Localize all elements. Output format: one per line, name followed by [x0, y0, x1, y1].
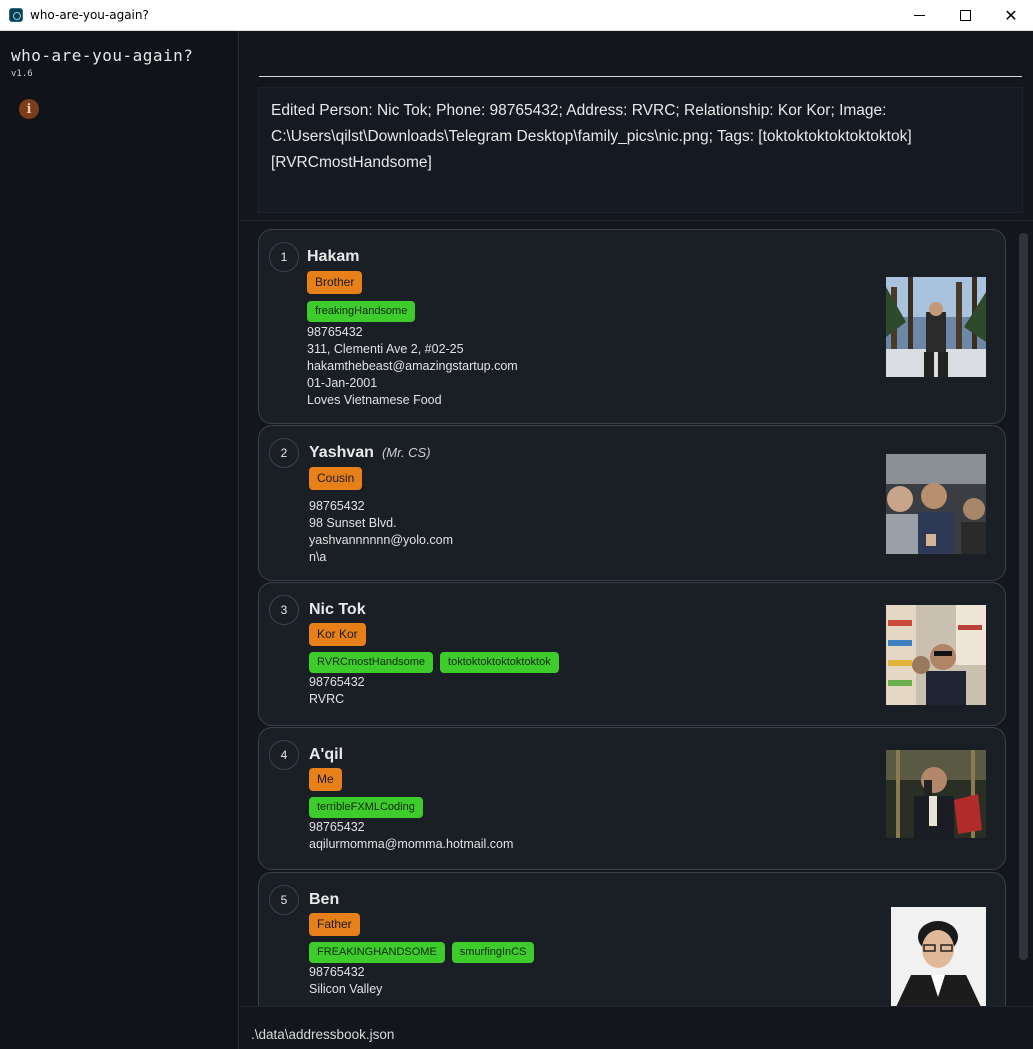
- command-input[interactable]: [259, 31, 1022, 77]
- address-field: 98 Sunset Blvd.: [309, 516, 397, 530]
- tag-list: FREAKINGHANDSOME smurfingInCS: [309, 942, 535, 963]
- maximize-button[interactable]: [942, 0, 988, 31]
- scrollbar[interactable]: [1019, 233, 1028, 960]
- app-name: who-are-you-again?: [11, 46, 194, 65]
- tag: smurfingInCS: [451, 942, 535, 963]
- email-field: hakamthebeast@amazingstartup.com: [307, 359, 518, 373]
- window-title: who-are-you-again?: [30, 8, 149, 22]
- result-display: Edited Person: Nic Tok; Phone: 98765432;…: [258, 87, 1023, 213]
- info-icon[interactable]: i: [19, 99, 39, 119]
- phone-field: 98765432: [309, 675, 365, 689]
- minimize-button[interactable]: [896, 0, 942, 31]
- person-card[interactable]: 3 Nic Tok Kor Kor RVRCmostHandsome tokto…: [258, 582, 1006, 726]
- person-name: A'qil: [309, 746, 343, 764]
- tag-list: RVRCmostHandsome toktoktoktoktoktoktok: [309, 652, 559, 673]
- person-name-text: A'qil: [309, 746, 344, 763]
- phone-field: 98765432: [309, 499, 365, 513]
- person-card[interactable]: 4 A'qil Me terribleFXMLCoding 98765432 a…: [258, 727, 1006, 870]
- address-field: 311, Clementi Ave 2, #02-25: [307, 342, 464, 356]
- command-underline: [259, 76, 1022, 77]
- app-version: v1.6: [11, 69, 33, 79]
- person-name: Hakam: [307, 248, 359, 266]
- person-name-text: Hakam: [307, 248, 360, 265]
- person-card[interactable]: 1 Hakam Brother freakingHandsome 9876543…: [258, 229, 1006, 424]
- person-name-text: Nic Tok: [309, 601, 366, 618]
- relationship-badge: Brother: [307, 271, 363, 294]
- tag: terribleFXMLCoding: [309, 797, 423, 818]
- person-card[interactable]: 5 Ben Father FREAKINGHANDSOME smurfingIn…: [258, 872, 1006, 1006]
- person-photo: [891, 907, 986, 1006]
- person-list[interactable]: 1 Hakam Brother freakingHandsome 9876543…: [249, 223, 1033, 1006]
- tag: freakingHandsome: [307, 301, 416, 322]
- tag: FREAKINGHANDSOME: [309, 942, 445, 963]
- person-photo: [886, 605, 986, 705]
- person-photo: [886, 750, 986, 838]
- phone-field: 98765432: [309, 965, 365, 979]
- relationship-badge: Cousin: [309, 467, 363, 490]
- status-bar: .\data\addressbook.json: [240, 1006, 1033, 1049]
- minimize-icon: [913, 15, 925, 16]
- app-icon: [9, 8, 23, 22]
- person-index: 4: [269, 740, 299, 770]
- main-panel: Edited Person: Nic Tok; Phone: 98765432;…: [240, 31, 1033, 1049]
- person-card[interactable]: 2 Yashvan (Mr. CS) Cousin 98765432 98 Sun…: [258, 425, 1006, 581]
- person-index: 5: [269, 885, 299, 915]
- person-index: 2: [269, 438, 299, 468]
- phone-field: 98765432: [309, 820, 365, 834]
- tag: toktoktoktoktoktoktok: [440, 652, 559, 673]
- person-index: 1: [269, 242, 299, 272]
- person-name-text: Ben: [309, 891, 340, 908]
- birthday-field: n\a: [309, 550, 327, 564]
- data-file-path: .\data\addressbook.json: [251, 1027, 395, 1042]
- person-name: Yashvan (Mr. CS): [309, 444, 431, 462]
- tag-list: terribleFXMLCoding: [309, 797, 423, 818]
- address-field: Silicon Valley: [309, 982, 383, 996]
- person-photo: [886, 454, 986, 554]
- divider: [240, 220, 1033, 221]
- phone-field: 98765432: [307, 325, 363, 339]
- result-text: Edited Person: Nic Tok; Phone: 98765432;…: [271, 102, 912, 171]
- person-index: 3: [269, 595, 299, 625]
- tag: RVRCmostHandsome: [309, 652, 434, 673]
- person-nickname: (Mr. CS): [381, 445, 431, 460]
- maximize-icon: [959, 10, 971, 21]
- relationship-badge: Father: [309, 913, 360, 936]
- relationship-badge: Kor Kor: [309, 623, 366, 646]
- email-field: yashvannnnnn@yolo.com: [309, 533, 454, 547]
- person-name: Nic Tok: [309, 601, 366, 619]
- birthday-field: 01-Jan-2001: [307, 376, 378, 390]
- email-field: aqilurmomma@momma.hotmail.com: [309, 837, 514, 851]
- address-field: RVRC: [309, 692, 345, 706]
- sidebar: who-are-you-again? v1.6 i: [0, 31, 239, 1049]
- close-icon: ✕: [1004, 6, 1018, 25]
- person-name-text: Yashvan: [309, 444, 374, 461]
- tag-list: freakingHandsome: [307, 301, 416, 322]
- relationship-badge: Me: [309, 768, 342, 791]
- person-photo: [886, 277, 986, 377]
- close-button[interactable]: ✕: [988, 0, 1033, 31]
- person-name: Ben: [309, 891, 339, 909]
- notes-field: Loves Vietnamese Food: [307, 393, 442, 407]
- window-titlebar: who-are-you-again? ✕: [0, 0, 1033, 31]
